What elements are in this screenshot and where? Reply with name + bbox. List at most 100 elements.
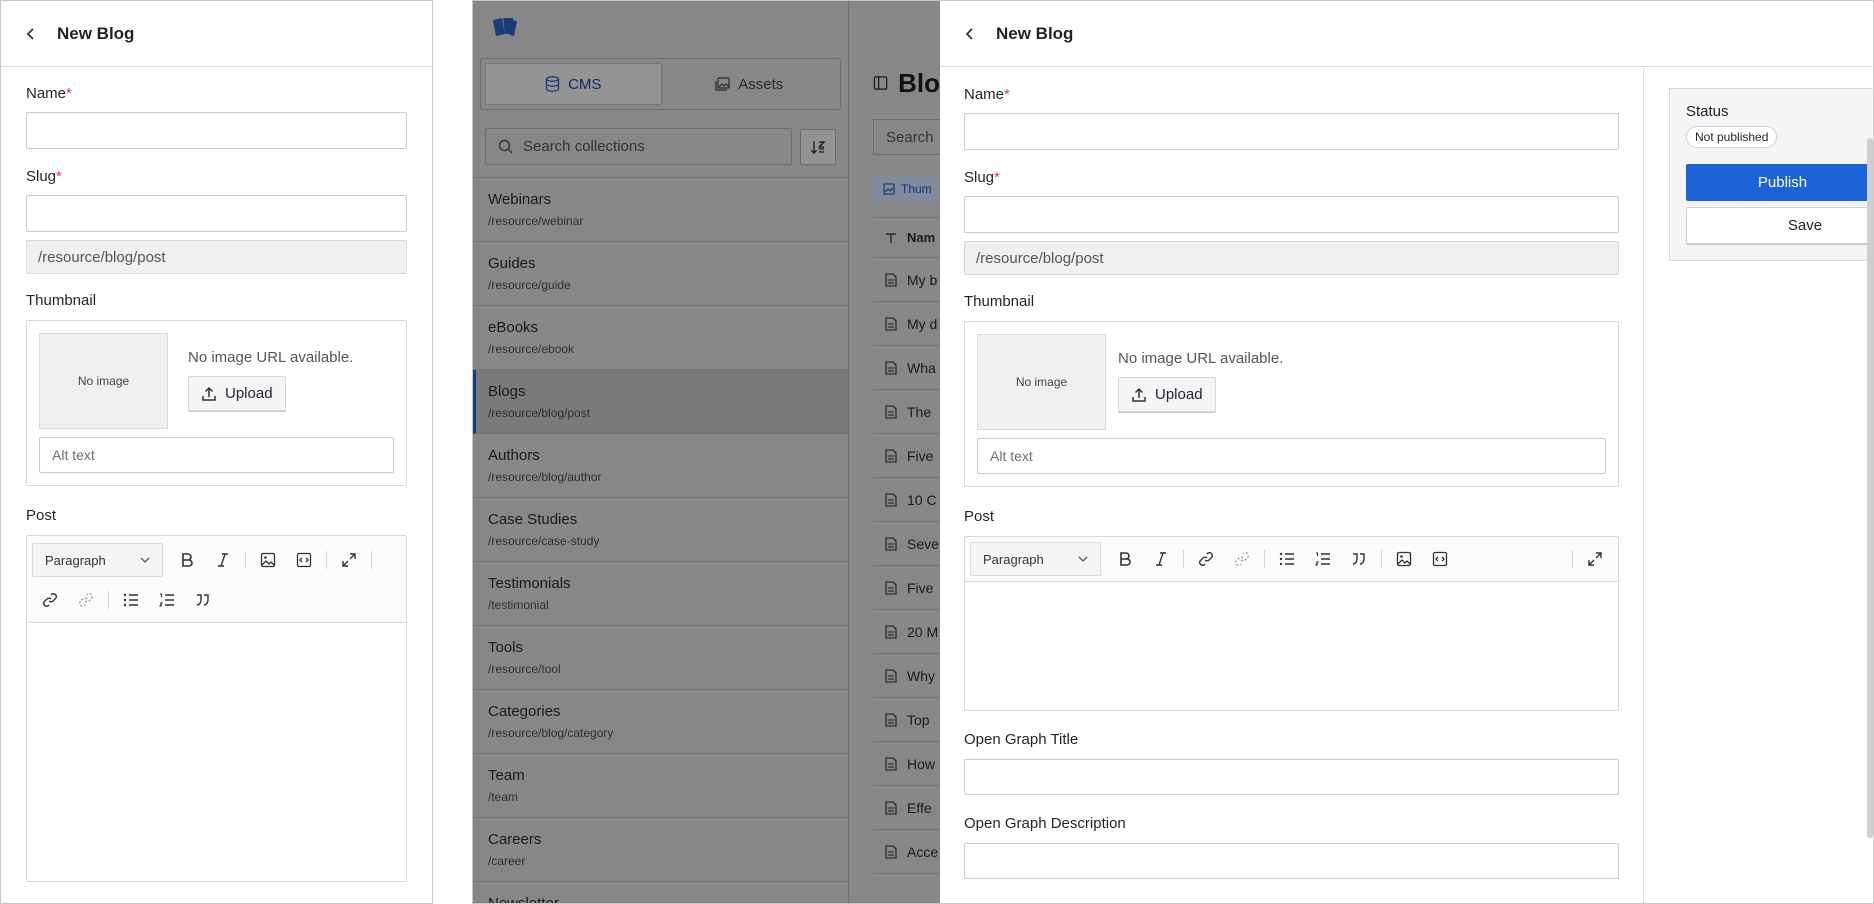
table-row[interactable]: Five — [873, 434, 940, 478]
list-header: Blo — [849, 53, 940, 113]
bold-button[interactable] — [169, 542, 205, 578]
code-block-button[interactable] — [1422, 541, 1458, 577]
no-image-url-text: No image URL available. — [188, 349, 354, 366]
collection-item-categories[interactable]: Categories/resource/blog/category — [473, 690, 848, 754]
paragraph-select[interactable]: Paragraph — [970, 542, 1101, 576]
unlink-icon — [79, 593, 93, 607]
collection-item-blogs[interactable]: Blogs/resource/blog/post — [473, 370, 848, 434]
save-button[interactable]: Save — [1686, 207, 1873, 244]
fullscreen-button[interactable] — [1577, 541, 1613, 577]
image-icon — [260, 552, 276, 568]
table-row[interactable]: Acce — [873, 830, 940, 874]
name-input[interactable] — [964, 113, 1619, 150]
thumbnail-box: No image No image URL available. Upload … — [964, 321, 1619, 487]
column-header-name[interactable]: Nam — [873, 218, 940, 258]
chevron-left-icon — [26, 27, 34, 40]
status-badge: Not published — [1686, 126, 1778, 148]
slug-input[interactable] — [26, 195, 407, 232]
table-row[interactable]: Effe — [873, 786, 940, 830]
cms-app-window: CMS Assets Search collections Webinars/r… — [472, 0, 1874, 904]
tab-cms[interactable]: CMS — [485, 63, 662, 105]
unlink-button[interactable] — [1224, 541, 1260, 577]
table-row[interactable]: Wha — [873, 346, 940, 390]
slug-input[interactable] — [964, 196, 1619, 233]
drawer-title: New Blog — [996, 23, 1074, 43]
unlink-button[interactable] — [68, 582, 104, 618]
italic-button[interactable] — [1143, 541, 1179, 577]
collection-item-webinars[interactable]: Webinars/resource/webinar — [473, 178, 848, 242]
table-row[interactable]: 10 C — [873, 478, 940, 522]
tab-assets[interactable]: Assets — [662, 63, 837, 105]
table-row[interactable]: The — [873, 390, 940, 434]
link-button[interactable] — [1188, 541, 1224, 577]
thumbnail-label: Thumbnail — [964, 293, 1035, 310]
document-icon — [885, 272, 897, 287]
italic-button[interactable] — [205, 542, 241, 578]
bullet-list-button[interactable] — [1269, 541, 1305, 577]
og-description-input[interactable] — [964, 843, 1619, 879]
collection-item-newsletter[interactable]: Newsletter — [473, 882, 848, 903]
fullscreen-button[interactable] — [331, 542, 367, 578]
publish-button[interactable]: Publish — [1686, 164, 1873, 201]
post-editor: Paragraph — [26, 535, 407, 882]
panel-header: New Blog — [1, 1, 432, 67]
code-block-button[interactable] — [286, 542, 322, 578]
numbered-list-button[interactable] — [149, 582, 185, 618]
collection-item-tools[interactable]: Tools/resource/tool — [473, 626, 848, 690]
table-row[interactable]: Why — [873, 654, 940, 698]
name-input[interactable] — [26, 112, 407, 149]
quote-button[interactable] — [1341, 541, 1377, 577]
collection-item-ebooks[interactable]: eBooks/resource/ebook — [473, 306, 848, 370]
image-button[interactable] — [1386, 541, 1422, 577]
sort-button[interactable] — [800, 128, 836, 165]
numbered-list-icon — [1315, 552, 1330, 566]
search-icon — [498, 139, 513, 154]
list-search-input[interactable]: Search — [873, 119, 940, 155]
table-row[interactable]: Seve — [873, 522, 940, 566]
numbered-list-button[interactable] — [1305, 541, 1341, 577]
chevron-down-icon — [1078, 556, 1088, 562]
upload-button[interactable]: Upload — [1118, 377, 1216, 412]
table-row[interactable]: My b — [873, 258, 940, 302]
alt-text-input[interactable]: Alt text — [39, 437, 394, 473]
bold-button[interactable] — [1107, 541, 1143, 577]
collection-search-row: Search collections — [473, 116, 848, 178]
table-row[interactable]: How — [873, 742, 940, 786]
back-button[interactable] — [23, 26, 39, 42]
link-button[interactable] — [32, 582, 68, 618]
collection-item-careers[interactable]: Careers/career — [473, 818, 848, 882]
scrollbar[interactable] — [1867, 138, 1873, 838]
quote-button[interactable] — [185, 582, 221, 618]
table-row[interactable]: Five — [873, 566, 940, 610]
blog-list-pane: Blo Search Thum Nam My b My d Wha The Fi… — [849, 1, 940, 903]
og-title-input[interactable] — [964, 759, 1619, 795]
collection-item-team[interactable]: Team/team — [473, 754, 848, 818]
search-collections-input[interactable]: Search collections — [485, 128, 792, 165]
collection-item-authors[interactable]: Authors/resource/blog/author — [473, 434, 848, 498]
unlink-icon — [1235, 552, 1249, 566]
document-icon — [885, 404, 897, 419]
upload-button[interactable]: Upload — [188, 376, 286, 411]
collection-item-guides[interactable]: Guides/resource/guide — [473, 242, 848, 306]
table-row[interactable]: Top — [873, 698, 940, 742]
table-row[interactable]: 20 M — [873, 610, 940, 654]
expand-icon — [342, 553, 356, 567]
code-icon — [296, 552, 312, 568]
table-row[interactable]: My d — [873, 302, 940, 346]
bullet-list-button[interactable] — [113, 582, 149, 618]
collection-item-case-studies[interactable]: Case Studies/resource/case-study — [473, 498, 848, 562]
cms-assets-switcher: CMS Assets — [480, 58, 841, 110]
drawer-header: New Blog — [940, 1, 1873, 67]
document-icon — [885, 800, 897, 815]
document-icon — [885, 536, 897, 551]
images-icon — [715, 76, 730, 91]
collection-list: Webinars/resource/webinar Guides/resourc… — [473, 178, 848, 903]
paragraph-select[interactable]: Paragraph — [32, 543, 163, 577]
chevron-left-icon — [965, 27, 973, 40]
chevron-down-icon — [140, 557, 150, 563]
back-button[interactable] — [962, 26, 978, 42]
collection-item-testimonials[interactable]: Testimonials/testimonial — [473, 562, 848, 626]
image-button[interactable] — [250, 542, 286, 578]
alt-text-input[interactable]: Alt text — [977, 438, 1606, 474]
filter-chip[interactable]: Thum — [873, 175, 940, 203]
